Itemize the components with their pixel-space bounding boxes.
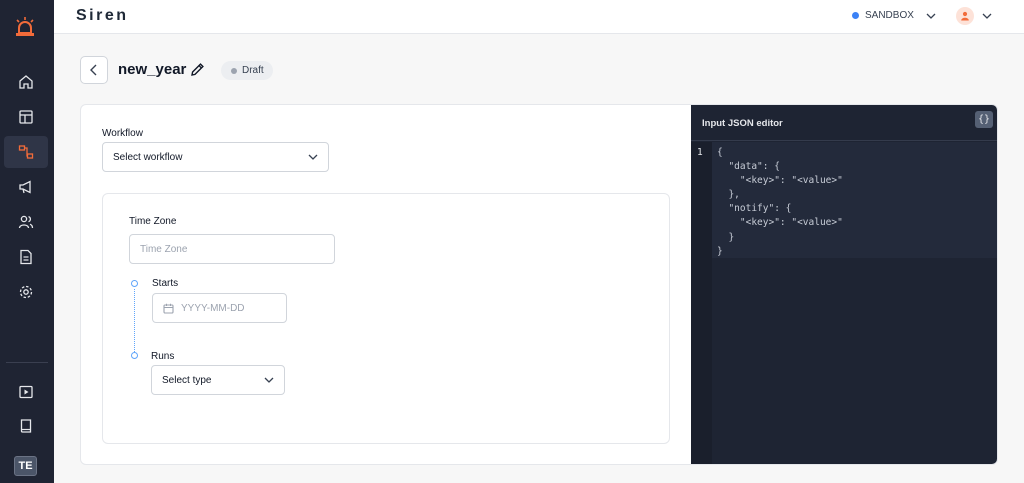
pencil-icon[interactable] [190, 62, 205, 77]
book-icon [20, 419, 32, 433]
calendar-icon [163, 303, 174, 314]
line-number: 1 [697, 147, 703, 158]
runs-label: Runs [151, 351, 175, 362]
timezone-placeholder: Time Zone [140, 243, 188, 255]
sidebar-item-workflows[interactable] [4, 136, 48, 168]
starts-date-input[interactable]: YYYY-MM-DD [152, 293, 287, 323]
sidebar-item-docs[interactable] [4, 410, 48, 442]
sidebar-item-tutorials[interactable] [4, 376, 48, 408]
megaphone-icon [19, 180, 31, 194]
sidebar-item-templates[interactable] [4, 241, 48, 273]
user-initials-avatar[interactable]: TE [14, 456, 37, 476]
users-icon [18, 215, 34, 229]
timezone-input[interactable]: Time Zone [129, 234, 335, 264]
top-bar: Siren SANDBOX [54, 0, 1024, 34]
json-editor-code[interactable]: { "data": { "<key>": "<value>" }, "notif… [717, 146, 843, 259]
json-editor-header: Input JSON editor {} [691, 105, 997, 141]
runs-select-value: Select type [162, 374, 212, 386]
chevron-down-icon[interactable] [982, 11, 992, 21]
chevron-left-icon [90, 64, 97, 76]
timeline-connector [134, 289, 135, 354]
status-badge: Draft [221, 61, 273, 80]
home-icon [19, 75, 33, 89]
environment-selector[interactable]: SANDBOX [852, 10, 914, 21]
sidebar-item-home[interactable] [4, 66, 48, 98]
sidebar: TE [0, 0, 54, 483]
environment-label: SANDBOX [865, 10, 914, 21]
timeline-dot-runs [131, 352, 138, 359]
sidebar-item-dashboard[interactable] [4, 101, 48, 133]
page-title: new_year [118, 61, 187, 78]
timeline-dot-starts [131, 280, 138, 287]
user-avatar[interactable] [956, 7, 974, 25]
chevron-down-icon [264, 377, 274, 383]
timezone-label: Time Zone [129, 216, 177, 227]
runs-type-select[interactable]: Select type [151, 365, 285, 395]
sidebar-item-settings[interactable] [4, 276, 48, 308]
status-label: Draft [242, 65, 264, 76]
json-editor-panel: Input JSON editor {} 1 { "data": { "<key… [691, 105, 997, 464]
brand-name: Siren [76, 7, 129, 24]
chevron-down-icon[interactable] [926, 11, 936, 21]
settings-icon [19, 285, 33, 299]
user-icon [961, 11, 969, 21]
sidebar-divider [6, 362, 48, 363]
workflow-label: Workflow [102, 128, 143, 139]
trigger-card: Workflow Select workflow Time Zone Time … [80, 104, 998, 465]
sidebar-item-campaigns[interactable] [4, 171, 48, 203]
schedule-panel: Time Zone Time Zone Starts YYYY-MM-DD Ru… [102, 193, 670, 444]
document-icon [20, 249, 32, 265]
starts-placeholder: YYYY-MM-DD [181, 302, 245, 314]
video-icon [19, 385, 33, 399]
workflow-select-value: Select workflow [113, 151, 183, 163]
starts-label: Starts [152, 278, 179, 289]
siren-logo-icon[interactable] [14, 16, 36, 38]
format-json-button[interactable]: {} [975, 111, 993, 128]
workflow-icon [18, 145, 34, 159]
dashboard-icon [19, 110, 33, 124]
chevron-down-icon [308, 154, 318, 160]
workflow-select[interactable]: Select workflow [102, 142, 329, 172]
status-dot [231, 67, 237, 74]
json-editor-title: Input JSON editor [702, 118, 783, 129]
back-button[interactable] [80, 56, 108, 84]
environment-dot [852, 12, 859, 19]
json-editor-gutter [691, 142, 712, 464]
sidebar-item-users[interactable] [4, 206, 48, 238]
